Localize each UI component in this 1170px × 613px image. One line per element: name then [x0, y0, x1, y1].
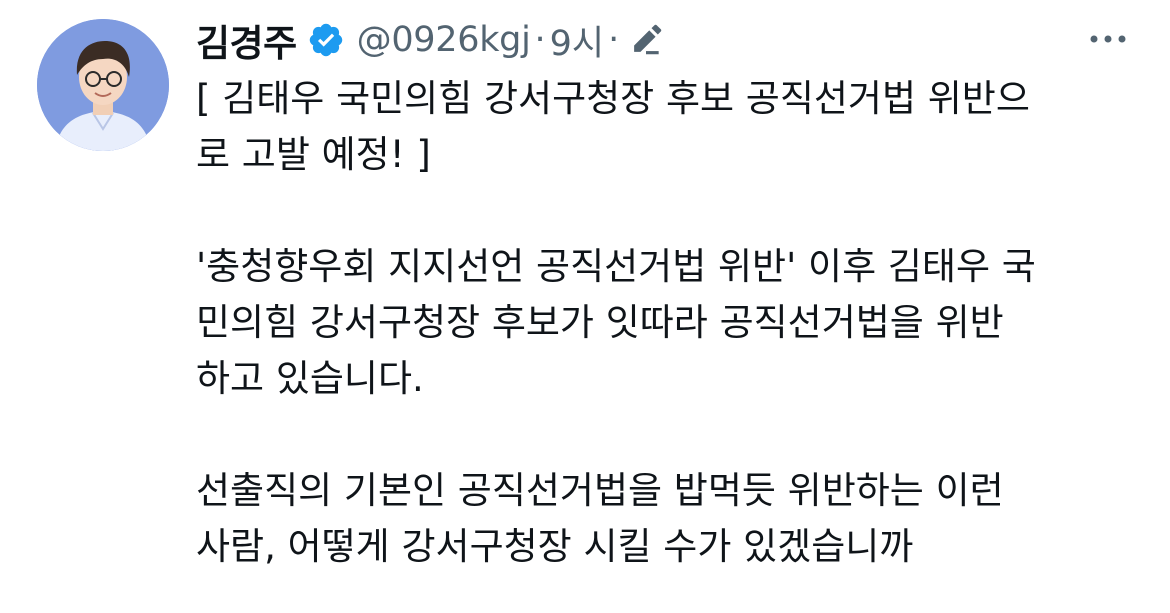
user-handle[interactable]: @0926kgj — [357, 20, 531, 60]
more-options-icon[interactable] — [1084, 24, 1132, 54]
tweet-line: 민의힘 강서구청장 후보가 잇따라 공직선거법을 위반 — [196, 301, 1004, 344]
tweet-line: 로 고발 예정! ] — [196, 133, 431, 176]
tweet: 김경주 @0926kgj · 9시 · [ 김태우 국민의힘 강서구청장 후보 … — [0, 0, 1170, 613]
profile-avatar[interactable] — [37, 19, 169, 151]
tweet-line: [ 김태우 국민의힘 강서구청장 후보 공직선거법 위반으 — [196, 77, 1030, 120]
avatar-image — [37, 19, 169, 151]
tweet-line: 선출직의 기본인 공직선거법을 밥먹듯 위반하는 이런 — [196, 469, 1004, 512]
display-name[interactable]: 김경주 — [196, 13, 297, 67]
tweet-header: 김경주 @0926kgj · 9시 · — [196, 12, 665, 68]
tweet-line: 하고 있습니다. — [196, 357, 424, 400]
edit-pencil-icon[interactable] — [627, 21, 665, 59]
tweet-text: [ 김태우 국민의힘 강서구청장 후보 공직선거법 위반으 로 고발 예정! ]… — [196, 71, 1146, 575]
verified-badge-icon[interactable] — [307, 21, 345, 59]
tweet-line: '충청향우회 지지선언 공직선거법 위반' 이후 김태우 국 — [196, 245, 1036, 288]
tweet-paragraph: [ 김태우 국민의힘 강서구청장 후보 공직선거법 위반으 로 고발 예정! ] — [196, 71, 1146, 183]
timestamp[interactable]: 9시 — [550, 15, 604, 66]
separator-dot: · — [608, 20, 620, 60]
separator-dot: · — [534, 20, 546, 60]
tweet-paragraph: '충청향우회 지지선언 공직선거법 위반' 이후 김태우 국 민의힘 강서구청장… — [196, 239, 1146, 407]
tweet-line: 사람, 어떻게 강서구청장 시킬 수가 있겠습니까 — [196, 525, 914, 568]
tweet-paragraph: 선출직의 기본인 공직선거법을 밥먹듯 위반하는 이런 사람, 어떻게 강서구청… — [196, 463, 1146, 575]
